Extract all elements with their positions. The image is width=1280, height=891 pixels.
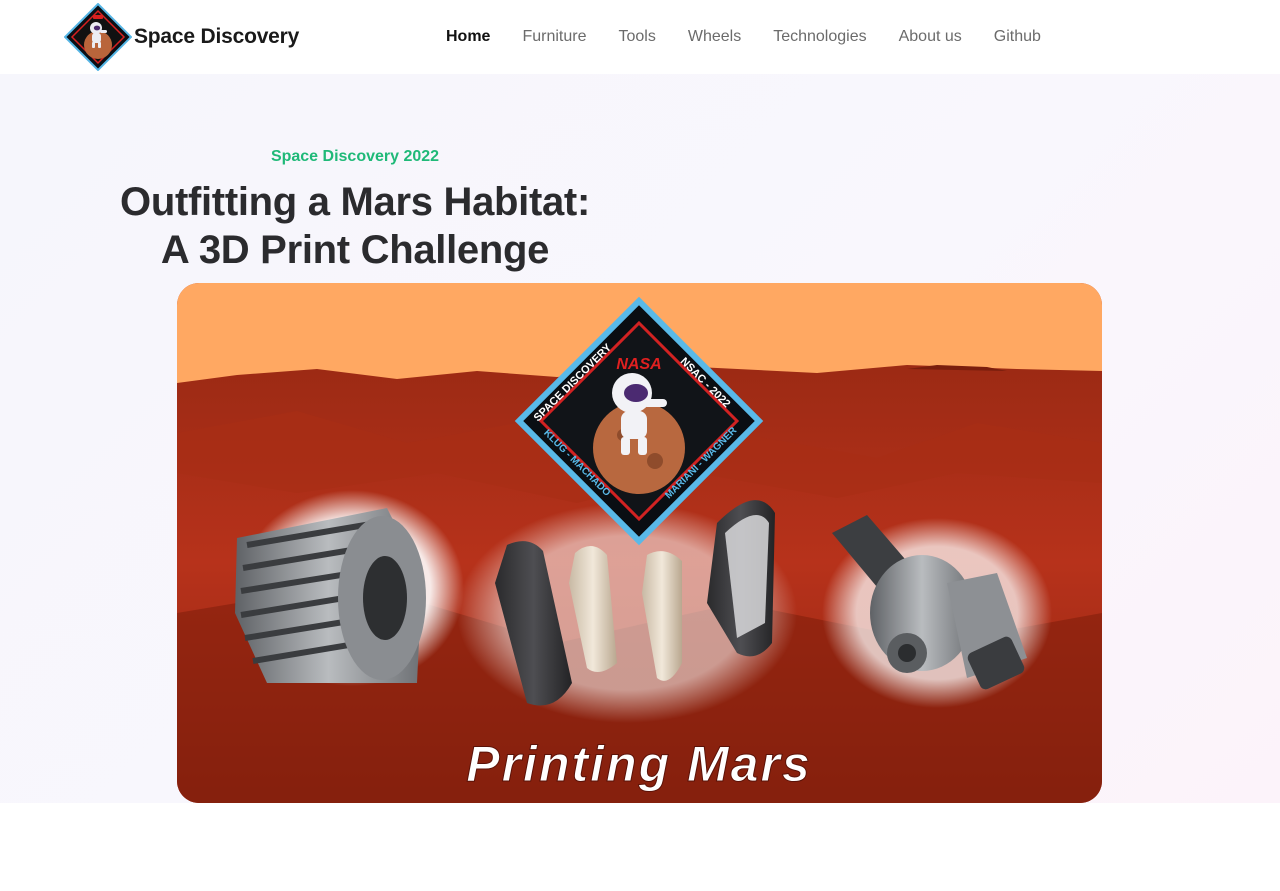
hero-title-line-2: A 3D Print Challenge	[160, 228, 550, 272]
nav-item-tools[interactable]: Tools	[618, 27, 655, 47]
hero-section: Space Discovery 2022 Outfitting a Mars H…	[0, 74, 1280, 803]
nav-item-github[interactable]: Github	[994, 27, 1041, 47]
mission-badge-logo-icon	[64, 3, 132, 71]
brand-name: Space Discovery	[134, 25, 300, 48]
page-below-fold	[0, 803, 1280, 891]
nav-item-wheels[interactable]: Wheels	[688, 27, 741, 47]
printing-mars-illustration: NASA SPACE DISCOVERY NSAC - 2022 KLUG - …	[177, 283, 1102, 803]
banner-caption: Printing Mars	[466, 736, 811, 792]
nav-item-home[interactable]: Home	[446, 27, 490, 47]
brand-link[interactable]: Space Discovery	[64, 3, 299, 71]
hero-title: Outfitting a Mars Habitat: A 3D Print Ch…	[0, 178, 710, 274]
hero-eyebrow: Space Discovery 2022	[270, 148, 440, 165]
nav-item-technologies[interactable]: Technologies	[773, 27, 866, 47]
badge-nasa-logo: NASA	[616, 356, 661, 373]
nav-item-furniture[interactable]: Furniture	[522, 27, 586, 47]
hero-banner-image: NASA SPACE DISCOVERY NSAC - 2022 KLUG - …	[177, 283, 1102, 803]
main-nav: Home Furniture Tools Wheels Technologies…	[446, 27, 1041, 47]
nav-item-about-us[interactable]: About us	[899, 27, 962, 47]
navbar: Space Discovery Home Furniture Tools Whe…	[0, 0, 1280, 74]
hero-title-line-1: Outfitting a Mars Habitat:	[120, 180, 590, 224]
